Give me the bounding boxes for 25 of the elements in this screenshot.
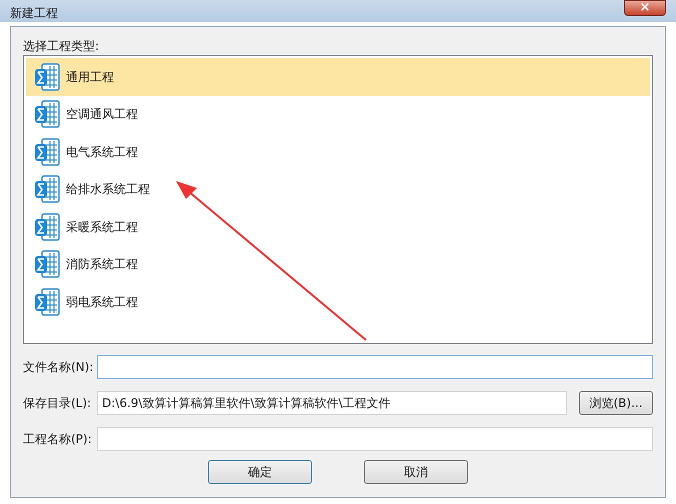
field-label: 工程名称(P): — [23, 431, 93, 448]
browse-button[interactable]: 浏览(B)... — [579, 391, 653, 415]
spreadsheet-icon — [34, 250, 60, 278]
list-item[interactable]: 弱电系统工程 — [26, 283, 650, 320]
list-item[interactable]: 电气系统工程 — [26, 133, 650, 170]
input-field[interactable]: D:\6.9\致算计算稿算里软件\致算计算稿软件\工程文件 — [97, 391, 567, 415]
dialog-button[interactable]: 取消 — [364, 460, 468, 484]
window-title: 新建工程 — [10, 5, 58, 22]
spreadsheet-icon — [34, 62, 60, 91]
list-item[interactable]: 采暖系统工程 — [26, 208, 650, 246]
field-label: 文件名称(N): — [23, 359, 94, 376]
spreadsheet-icon — [34, 288, 60, 316]
list-item[interactable]: 给排水系统工程 — [26, 170, 650, 208]
input-field[interactable] — [97, 355, 653, 379]
field-label: 保存目录(L): — [23, 395, 92, 412]
spreadsheet-icon — [34, 138, 60, 166]
spreadsheet-icon — [34, 175, 60, 204]
section-label: 选择工程类型: — [23, 38, 100, 55]
spreadsheet-icon — [34, 212, 60, 241]
spreadsheet-icon — [34, 100, 60, 128]
dialog-button[interactable]: 确定 — [208, 460, 312, 484]
list-item[interactable]: 空调通风工程 — [26, 96, 650, 133]
list-item[interactable]: 消防系统工程 — [26, 246, 650, 283]
list-item[interactable]: 通用工程 — [26, 58, 650, 96]
input-field[interactable] — [97, 427, 653, 451]
